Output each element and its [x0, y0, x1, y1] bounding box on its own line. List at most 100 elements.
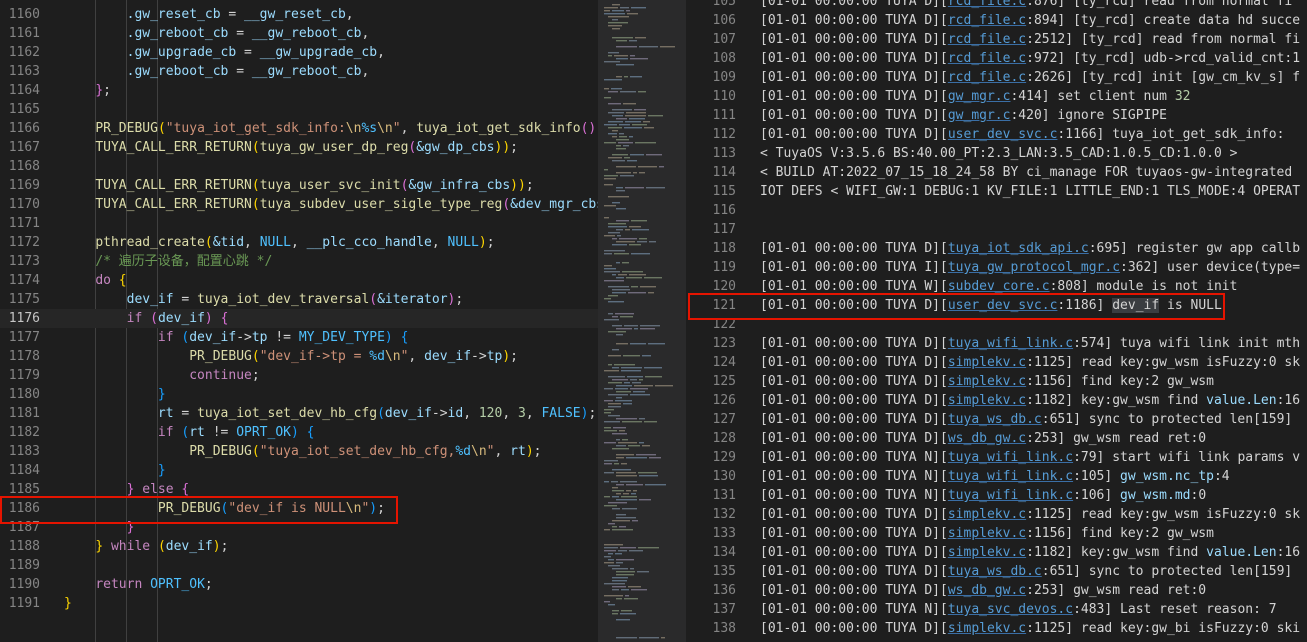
minimap-line [633, 391, 645, 393]
minimap-line [631, 220, 647, 222]
minimap-line [617, 235, 621, 237]
code-line[interactable]: 1184 } [0, 461, 598, 480]
code-line[interactable]: 1163 .gw_reboot_cb = __gw_reboot_cb, [0, 62, 598, 81]
token: [01-01 00:00:00 TUYA D][ [760, 412, 948, 427]
log-line[interactable]: 108 [01-01 00:00:00 TUYA D][rcd_file.c:97… [686, 49, 1307, 68]
code-line[interactable]: 1165 [0, 100, 598, 119]
log-line[interactable]: 105 [01-01 00:00:00 TUYA D][rcd_file.c:87… [686, 0, 1307, 11]
code-line[interactable]: 1178 PR_DEBUG("dev_if->tp = %d\n", dev_i… [0, 347, 598, 366]
code-line[interactable]: 1183 PR_DEBUG("tuya_iot_set_dev_hb_cfg,%… [0, 442, 598, 461]
log-line[interactable]: 127 [01-01 00:00:00 TUYA D][tuya_ws_db.c:… [686, 410, 1307, 429]
log-output-pane[interactable]: 105 [01-01 00:00:00 TUYA D][rcd_file.c:87… [686, 0, 1307, 642]
code-editor-pane[interactable]: 1160 .gw_reset_cb = __gw_reset_cb, 1161 .… [0, 0, 598, 642]
code-line[interactable]: 1189 [0, 556, 598, 575]
minimap-line [616, 472, 636, 474]
log-line[interactable]: 136 [01-01 00:00:00 TUYA D][ws_db_gw.c:25… [686, 581, 1307, 600]
log-line[interactable]: 113 < TuyaOS V:3.5.6 BS:40.00_PT:2.3_LAN:… [686, 144, 1307, 163]
code-line[interactable]: 1177 if (dev_if->tp != MY_DEV_TYPE) { [0, 328, 598, 347]
line-text: .gw_upgrade_cb = __gw_upgrade_cb, [64, 43, 385, 62]
minimap[interactable] [598, 0, 686, 642]
log-line[interactable]: 110 [01-01 00:00:00 TUYA D][gw_mgr.c:414]… [686, 87, 1307, 106]
code-line[interactable]: 1174 do { [0, 271, 598, 290]
token: ; [525, 178, 534, 193]
code-line[interactable]: 1161 .gw_reboot_cb = __gw_reboot_cb, [0, 24, 598, 43]
code-line[interactable]: 1171 [0, 214, 598, 233]
code-line[interactable]: 1164 }; [0, 81, 598, 100]
token: rcd_file.c [947, 70, 1027, 85]
code-line[interactable]: 1173 /* 遍历子设备，配置心跳 */ [0, 252, 598, 271]
log-line[interactable]: 138 [01-01 00:00:00 TUYA D][simplekv.c:11… [686, 619, 1307, 638]
token: tuya_wifi_link.c [947, 469, 1074, 484]
log-line[interactable]: 118 [01-01 00:00:00 TUYA D][tuya_iot_sdk_… [686, 239, 1307, 258]
log-line[interactable]: 128 [01-01 00:00:00 TUYA D][ws_db_gw.c:25… [686, 429, 1307, 448]
code-line[interactable]: 1191} [0, 594, 598, 613]
log-line[interactable]: 111 [01-01 00:00:00 TUYA D][gw_mgr.c:420]… [686, 106, 1307, 125]
log-line[interactable]: 129 [01-01 00:00:00 TUYA N][tuya_wifi_lin… [686, 448, 1307, 467]
minimap-line [636, 454, 656, 456]
token: ) [291, 425, 299, 440]
code-line[interactable]: 1181 rt = tuya_iot_set_dev_hb_cfg(dev_if… [0, 404, 598, 423]
log-line[interactable]: 109 [01-01 00:00:00 TUYA D][rcd_file.c:26… [686, 68, 1307, 87]
token: , [463, 406, 479, 421]
minimap-line [612, 136, 617, 138]
log-line[interactable]: 132 [01-01 00:00:00 TUYA D][simplekv.c:11… [686, 505, 1307, 524]
code-line[interactable]: 1167 TUYA_CALL_ERR_RETURN(tuya_gw_user_d… [0, 138, 598, 157]
log-line[interactable]: 126 [01-01 00:00:00 TUYA D][simplekv.c:11… [686, 391, 1307, 410]
minimap-line [616, 277, 624, 279]
code-line[interactable]: 1188 } while (dev_if); [0, 537, 598, 556]
log-line[interactable]: 130 [01-01 00:00:00 TUYA N][tuya_wifi_lin… [686, 467, 1307, 486]
line-number: 123 [712, 336, 736, 351]
token: __gw_reboot_cb [251, 64, 362, 79]
line-number: 119 [712, 260, 736, 275]
log-line[interactable]: 137 [01-01 00:00:00 TUYA N][tuya_svc_devo… [686, 600, 1307, 619]
code-line[interactable]: 1160 .gw_reset_cb = __gw_reset_cb, [0, 5, 598, 24]
token: } [157, 387, 166, 402]
log-line[interactable]: 115 IOT DEFS < WIFI_GW:1 DEBUG:1 KV_FILE:… [686, 182, 1307, 201]
code-line[interactable]: 1168 [0, 157, 598, 176]
log-line[interactable]: 106 [01-01 00:00:00 TUYA D][rcd_file.c:89… [686, 11, 1307, 30]
code-line[interactable]: 1180 } [0, 385, 598, 404]
log-line[interactable]: 112 [01-01 00:00:00 TUYA D][user_dev_svc.… [686, 125, 1307, 144]
log-line[interactable]: 135 [01-01 00:00:00 TUYA D][tuya_ws_db.c:… [686, 562, 1307, 581]
token: [01-01 00:00:00 TUYA D][ [760, 431, 948, 446]
minimap-line [612, 10, 624, 12]
code-line[interactable]: 1166 PR_DEBUG("tuya_iot_get_sdk_info:\n%… [0, 119, 598, 138]
minimap-line [626, 457, 647, 459]
log-line[interactable]: 134 [01-01 00:00:00 TUYA D][simplekv.c:11… [686, 543, 1307, 562]
code-line[interactable]: 1172 pthread_create(&tid, NULL, __plc_cc… [0, 233, 598, 252]
minimap-line [629, 118, 645, 120]
log-line[interactable]: 131 [01-01 00:00:00 TUYA N][tuya_wifi_lin… [686, 486, 1307, 505]
log-line[interactable]: 119 [01-01 00:00:00 TUYA I][tuya_gw_proto… [686, 258, 1307, 277]
code-line[interactable]: 1170 TUYA_CALL_ERR_RETURN(tuya_subdev_us… [0, 195, 598, 214]
minimap-line [632, 229, 649, 231]
code-line[interactable]: 1162 .gw_upgrade_cb = __gw_upgrade_cb, [0, 43, 598, 62]
code-line[interactable]: 1179 continue; [0, 366, 598, 385]
code-line[interactable]: 1175 dev_if = tuya_iot_dev_traversal(&it… [0, 290, 598, 309]
line-number: 1190 [8, 577, 40, 592]
code-line[interactable]: 1190 return OPRT_OK; [0, 575, 598, 594]
minimap-line [604, 400, 613, 402]
code-line[interactable]: 1169 TUYA_CALL_ERR_RETURN(tuya_user_svc_… [0, 176, 598, 195]
code-line[interactable]: 1182 if (rt != OPRT_OK) { [0, 423, 598, 442]
log-line[interactable]: 117 [686, 220, 1307, 239]
log-line[interactable]: 114 < BUILD AT:2022_07_15_18_24_58 BY ci_… [686, 163, 1307, 182]
log-line[interactable]: 125 [01-01 00:00:00 TUYA D][simplekv.c:11… [686, 372, 1307, 391]
line-text: .gw_reset_cb = __gw_reset_cb, [64, 5, 354, 24]
log-line[interactable]: 133 [01-01 00:00:00 TUYA D][simplekv.c:11… [686, 524, 1307, 543]
log-line[interactable]: 124 [01-01 00:00:00 TUYA D][simplekv.c:11… [686, 353, 1307, 372]
line-text: [01-01 00:00:00 TUYA D][user_dev_svc.c:1… [760, 125, 1284, 144]
token: [01-01 00:00:00 TUYA D][ [760, 583, 948, 598]
log-line[interactable]: 116 [686, 201, 1307, 220]
log-line[interactable]: 107 [01-01 00:00:00 TUYA D][rcd_file.c:25… [686, 30, 1307, 49]
minimap-line [608, 196, 629, 198]
token: ( [157, 121, 166, 136]
log-line[interactable]: 123 [01-01 00:00:00 TUYA D][tuya_wifi_lin… [686, 334, 1307, 353]
line-text: IOT DEFS < WIFI_GW:1 DEBUG:1 KV_FILE:1 L… [760, 182, 1300, 201]
code-line[interactable]: 1176 if (dev_if) { [0, 309, 598, 328]
minimap-line [612, 469, 631, 471]
minimap-line [616, 172, 631, 174]
line-text: [01-01 00:00:00 TUYA D][tuya_ws_db.c:651… [760, 562, 1292, 581]
